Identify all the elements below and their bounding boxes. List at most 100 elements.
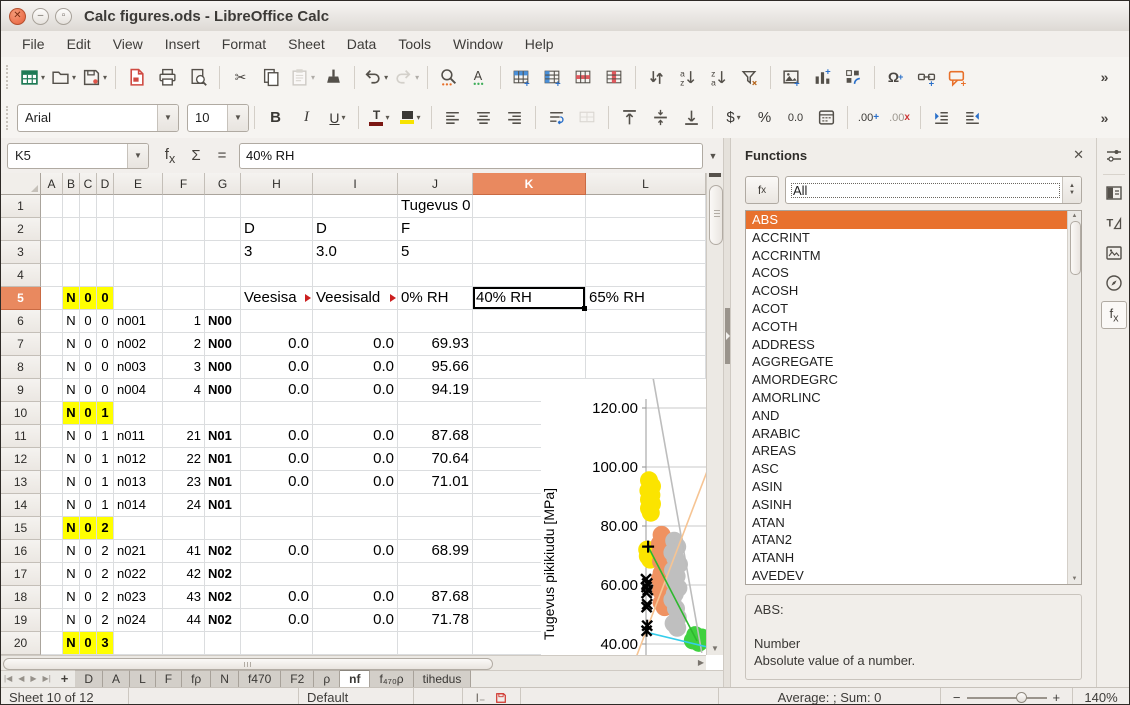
cell-F17[interactable]: 42 bbox=[163, 563, 205, 586]
cell-J18[interactable]: 87.68 bbox=[398, 586, 473, 609]
cell-D5[interactable]: 0 bbox=[97, 287, 114, 310]
cell-L8[interactable] bbox=[586, 356, 706, 379]
cell-B13[interactable]: N bbox=[63, 471, 80, 494]
font-size-combo[interactable]: 10 ▼ bbox=[187, 104, 249, 132]
cell-E20[interactable] bbox=[114, 632, 163, 655]
selection-stats[interactable]: Average: ; Sum: 0 bbox=[719, 688, 941, 705]
cell-D11[interactable]: 1 bbox=[97, 425, 114, 448]
cell-C6[interactable]: 0 bbox=[80, 310, 97, 333]
menu-format[interactable]: Format bbox=[211, 33, 277, 55]
cell-H14[interactable] bbox=[241, 494, 313, 517]
cell-J2[interactable]: F bbox=[398, 218, 473, 241]
chevron-down-icon[interactable]: ▾ bbox=[415, 73, 419, 82]
cell-A4[interactable] bbox=[41, 264, 63, 287]
cell-G11[interactable]: N01 bbox=[205, 425, 241, 448]
cell-K1[interactable] bbox=[473, 195, 586, 218]
format-date-button[interactable] bbox=[812, 104, 841, 131]
cell-I6[interactable] bbox=[313, 310, 398, 333]
cell-D15[interactable]: 2 bbox=[97, 517, 114, 540]
chevron-down-icon[interactable]: ▾ bbox=[385, 113, 389, 122]
cell-G12[interactable]: N01 bbox=[205, 448, 241, 471]
delete-column-button[interactable] bbox=[600, 64, 629, 91]
cell-G7[interactable]: N00 bbox=[205, 333, 241, 356]
save-button[interactable]: ▾ bbox=[80, 64, 109, 91]
sheet-tab-fρ[interactable]: fρ bbox=[182, 670, 211, 687]
cell-F9[interactable]: 4 bbox=[163, 379, 205, 402]
clone-formatting-button[interactable] bbox=[319, 64, 348, 91]
cell-E4[interactable] bbox=[114, 264, 163, 287]
cell-C11[interactable]: 0 bbox=[80, 425, 97, 448]
cell-J13[interactable]: 71.01 bbox=[398, 471, 473, 494]
insert-chart-button[interactable]: + bbox=[808, 64, 837, 91]
page-style[interactable]: Default bbox=[299, 688, 414, 705]
cell-L2[interactable] bbox=[586, 218, 706, 241]
select-all-corner[interactable] bbox=[1, 173, 41, 195]
cell-B15[interactable]: N bbox=[63, 517, 80, 540]
function-item-atanh[interactable]: ATANH bbox=[746, 549, 1081, 567]
row-header-19[interactable]: 19 bbox=[1, 609, 41, 632]
cell-L6[interactable] bbox=[586, 310, 706, 333]
align-left-button[interactable] bbox=[438, 104, 467, 131]
align-bottom-button[interactable] bbox=[677, 104, 706, 131]
sheet-tab-tihedus[interactable]: tihedus bbox=[414, 670, 472, 687]
cell-F10[interactable] bbox=[163, 402, 205, 425]
sheet-tab-nf[interactable]: nf bbox=[340, 670, 370, 687]
zoom-level[interactable]: 140% bbox=[1073, 688, 1129, 705]
cell-A3[interactable] bbox=[41, 241, 63, 264]
cell-G19[interactable]: N02 bbox=[205, 609, 241, 632]
menu-help[interactable]: Help bbox=[514, 33, 565, 55]
cell-J7[interactable]: 69.93 bbox=[398, 333, 473, 356]
open-folder-button[interactable]: ▾ bbox=[49, 64, 78, 91]
add-decimal-button[interactable]: .00+ bbox=[854, 104, 883, 131]
format-percent-button[interactable]: % bbox=[750, 104, 779, 131]
function-item-asinh[interactable]: ASINH bbox=[746, 496, 1081, 514]
cell-H4[interactable] bbox=[241, 264, 313, 287]
zoom-track[interactable] bbox=[967, 697, 1047, 699]
row-header-1[interactable]: 1 bbox=[1, 195, 41, 218]
menu-insert[interactable]: Insert bbox=[154, 33, 211, 55]
properties-icon[interactable] bbox=[1102, 181, 1126, 205]
function-item-address[interactable]: ADDRESS bbox=[746, 336, 1081, 354]
cell-I7[interactable]: 0.0 bbox=[313, 333, 398, 356]
cell-A20[interactable] bbox=[41, 632, 63, 655]
cell-F15[interactable] bbox=[163, 517, 205, 540]
wrap-text-button[interactable] bbox=[542, 104, 571, 131]
delete-decimal-button[interactable]: .00x bbox=[885, 104, 914, 131]
cell-D3[interactable] bbox=[97, 241, 114, 264]
cell-A17[interactable] bbox=[41, 563, 63, 586]
cell-H17[interactable] bbox=[241, 563, 313, 586]
cell-F11[interactable]: 21 bbox=[163, 425, 205, 448]
cell-E17[interactable]: n022 bbox=[114, 563, 163, 586]
cell-B19[interactable]: N bbox=[63, 609, 80, 632]
function-item-atan[interactable]: ATAN bbox=[746, 514, 1081, 532]
cell-C12[interactable]: 0 bbox=[80, 448, 97, 471]
sidebar-settings-icon[interactable] bbox=[1102, 144, 1126, 168]
insert-comment-button[interactable]: + bbox=[943, 64, 972, 91]
menu-edit[interactable]: Edit bbox=[56, 33, 102, 55]
close-icon[interactable]: ✕ bbox=[1073, 147, 1084, 163]
row-header-9[interactable]: 9 bbox=[1, 379, 41, 402]
column-header-E[interactable]: E bbox=[114, 173, 163, 195]
cell-H20[interactable] bbox=[241, 632, 313, 655]
toolbar-grip[interactable] bbox=[6, 65, 13, 89]
document-modified-icon[interactable] bbox=[495, 692, 507, 704]
row-header-4[interactable]: 4 bbox=[1, 264, 41, 287]
split-window-handle[interactable] bbox=[709, 173, 721, 177]
column-header-I[interactable]: I bbox=[313, 173, 398, 195]
cell-K8[interactable] bbox=[473, 356, 586, 379]
cell-H12[interactable]: 0.0 bbox=[241, 448, 313, 471]
cell-G8[interactable]: N00 bbox=[205, 356, 241, 379]
toolbar-grip[interactable] bbox=[6, 106, 13, 130]
cell-G17[interactable]: N02 bbox=[205, 563, 241, 586]
sort-descending-button[interactable]: za bbox=[704, 64, 733, 91]
undo-button[interactable]: ▾ bbox=[361, 64, 390, 91]
cell-G20[interactable] bbox=[205, 632, 241, 655]
chevron-down-icon[interactable]: ▾ bbox=[737, 113, 741, 122]
cell-I8[interactable]: 0.0 bbox=[313, 356, 398, 379]
sheet-tab-L[interactable]: L bbox=[130, 670, 156, 687]
cell-J9[interactable]: 94.19 bbox=[398, 379, 473, 402]
previous-sheet-icon[interactable]: ◀ bbox=[15, 671, 27, 687]
cell-I3[interactable]: 3.0 bbox=[313, 241, 398, 264]
cell-B3[interactable] bbox=[63, 241, 80, 264]
cell-B7[interactable]: N bbox=[63, 333, 80, 356]
